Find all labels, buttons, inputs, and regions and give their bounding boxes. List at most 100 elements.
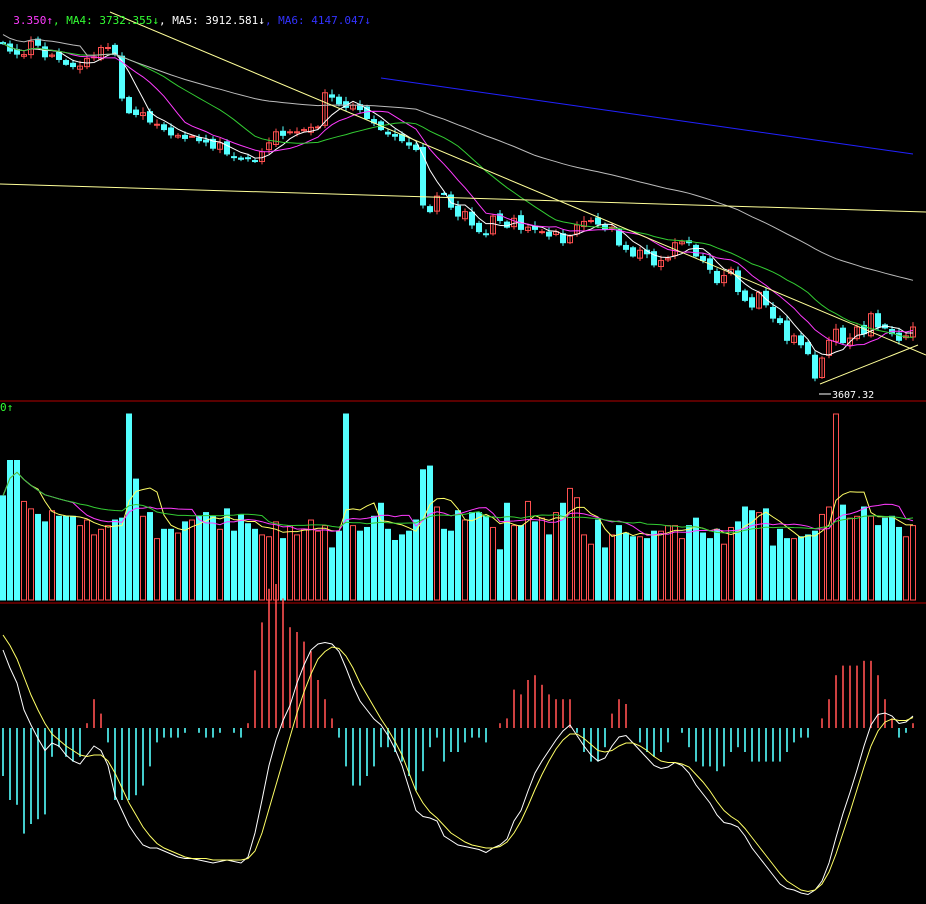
volume-bar xyxy=(406,530,412,601)
stock-chart[interactable]: 3607.32 xyxy=(0,0,926,904)
candle-body xyxy=(714,270,720,284)
volume-bar xyxy=(826,506,832,601)
volume-bar xyxy=(686,525,692,601)
volume-bar xyxy=(301,528,307,601)
candle-body xyxy=(623,244,629,250)
candle-body xyxy=(840,327,846,344)
volume-bar xyxy=(336,530,342,601)
candle-body xyxy=(504,221,510,228)
candle-body xyxy=(161,124,167,131)
candle-body xyxy=(189,135,195,138)
indicator-legend: 3.350↑, MA4: 3732.355↓, MA5: 3912.581↓, … xyxy=(0,1,371,27)
ma60-line xyxy=(2,34,914,281)
candle-body xyxy=(126,97,132,114)
candle-body xyxy=(70,62,76,68)
volume-bar xyxy=(189,519,195,601)
volume-bar xyxy=(567,487,573,601)
trend-line xyxy=(819,344,919,385)
volume-bar xyxy=(511,525,517,601)
volume-bar xyxy=(427,465,433,601)
candle-body xyxy=(875,313,881,328)
volume-bar xyxy=(140,515,146,601)
volume-bar xyxy=(469,512,475,601)
volume-bar xyxy=(56,515,62,601)
volume-bar xyxy=(749,510,755,601)
volume-bar xyxy=(399,534,405,601)
candle-body xyxy=(693,244,699,257)
candle-body xyxy=(168,127,174,136)
candle-body xyxy=(252,160,258,163)
volume-bar xyxy=(455,510,461,601)
candle-body xyxy=(700,256,706,261)
volume-bar xyxy=(630,536,636,601)
volume-bar xyxy=(518,525,524,601)
volume-bar xyxy=(245,523,251,601)
volume-bar xyxy=(210,515,216,601)
candle-body xyxy=(105,46,111,49)
volume-bar xyxy=(756,512,762,601)
volume-bar xyxy=(378,502,384,601)
volume-bar xyxy=(231,530,237,601)
volume-bar xyxy=(259,534,265,601)
volume-bar xyxy=(133,478,139,601)
candle-body xyxy=(406,142,412,146)
candle-body xyxy=(777,318,783,324)
legend-item: , MA6: 4147.047↓ xyxy=(264,14,371,27)
legend-item: 3.350↑ xyxy=(13,14,53,27)
volume-bar xyxy=(252,528,258,601)
volume-bar xyxy=(308,519,314,601)
volume-bar xyxy=(812,530,818,601)
volume-bar xyxy=(343,413,349,601)
candle-body xyxy=(630,247,636,257)
low-marker-label: 3607.32 xyxy=(832,390,874,401)
volume-bar xyxy=(287,525,293,601)
volume-bar xyxy=(623,532,629,601)
volume-bar xyxy=(889,515,895,601)
volume-bar xyxy=(28,508,34,601)
volume-bar xyxy=(581,534,587,601)
volume-bar xyxy=(644,538,650,601)
volume-bar xyxy=(392,539,398,601)
candle-body xyxy=(770,306,776,319)
candle-body xyxy=(385,131,391,135)
volume-bar xyxy=(721,543,727,601)
candle-body xyxy=(231,156,237,159)
volume-bar xyxy=(91,534,97,601)
volume-bar xyxy=(371,515,377,601)
volume-bar xyxy=(868,515,874,601)
candle-body xyxy=(812,354,818,379)
volume-bar xyxy=(364,526,370,601)
volume-bar xyxy=(665,525,671,601)
candle-body xyxy=(280,130,286,136)
volume-bar xyxy=(609,534,615,601)
volume-bar xyxy=(672,525,678,601)
volume-bar xyxy=(42,521,48,601)
candle-body xyxy=(196,137,202,142)
volume-bar xyxy=(483,515,489,601)
volume-bar xyxy=(357,530,363,601)
volume-bar xyxy=(161,528,167,601)
volume-bar xyxy=(553,512,559,601)
candle-body xyxy=(616,229,622,246)
candle-body xyxy=(476,222,482,233)
volume-bar xyxy=(448,530,454,601)
volume-bar xyxy=(203,512,209,601)
volume-bar xyxy=(112,519,118,601)
candle-body xyxy=(224,141,230,155)
volume-bar xyxy=(119,517,125,601)
candle-body xyxy=(735,270,741,293)
volume-bar xyxy=(770,545,776,601)
volume-bar xyxy=(196,515,202,601)
volume-bar xyxy=(602,547,608,601)
volume-panel xyxy=(0,400,926,604)
candle-body xyxy=(427,206,433,213)
volume-bar xyxy=(462,519,468,601)
candle-body xyxy=(203,139,209,143)
candle-body xyxy=(469,211,475,226)
candle-body xyxy=(329,94,335,98)
price-panel: 3607.32 xyxy=(0,11,926,401)
volume-bar xyxy=(329,547,335,601)
volume-bar xyxy=(350,525,356,601)
volume-bar xyxy=(595,519,601,601)
volume-bar xyxy=(875,525,881,601)
